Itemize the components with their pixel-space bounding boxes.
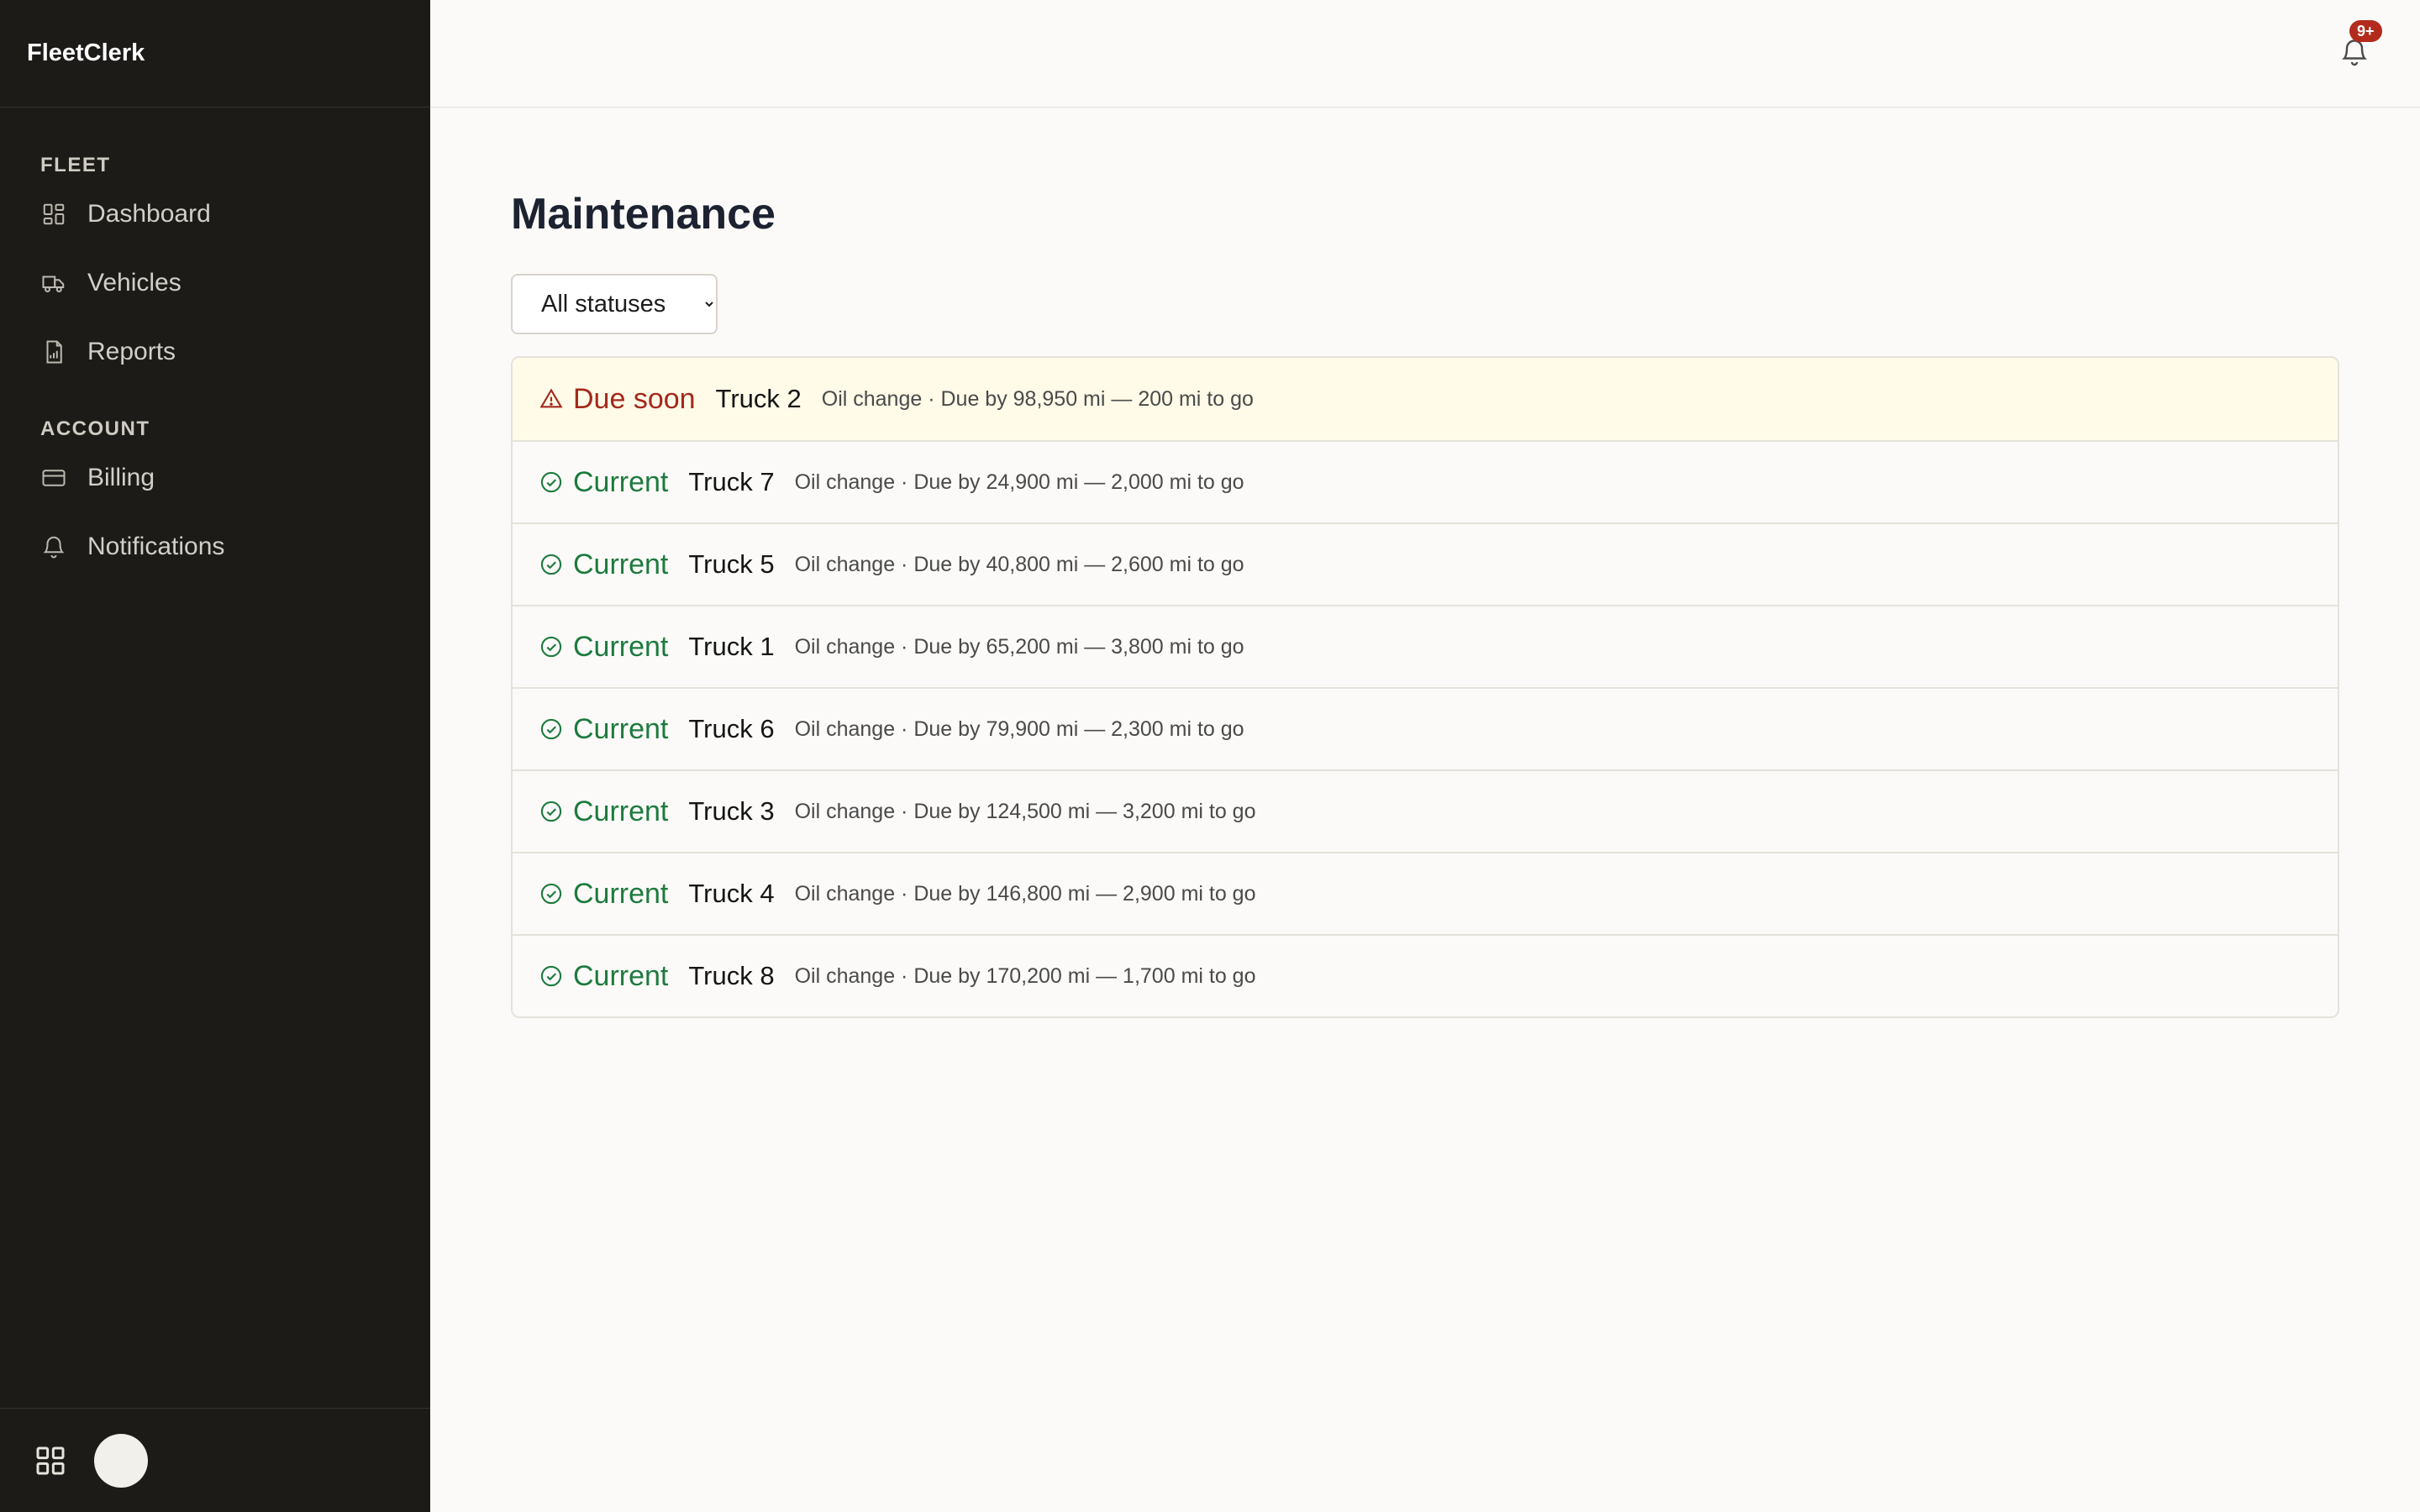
maintenance-detail: Oil change · Due by 146,800 mi — 2,900 m…: [794, 881, 1256, 906]
maintenance-detail: Oil change · Due by 170,200 mi — 1,700 m…: [794, 963, 1256, 988]
credit-card-icon: [40, 465, 67, 491]
vehicle-name: Truck 5: [688, 549, 775, 579]
sidebar-item-label: Dashboard: [87, 200, 211, 228]
main-content: Maintenance All statuses Due soon Truck 2…: [511, 108, 2339, 1018]
sidebar-footer: [0, 1408, 430, 1512]
nav-section-account-title: ACCOUNT: [40, 417, 150, 440]
maintenance-row[interactable]: Due soon Truck 2 Oil change · Due by 98,95…: [513, 358, 2338, 440]
sidebar-item-billing[interactable]: Billing: [0, 444, 430, 512]
sidebar-item-dashboard[interactable]: Dashboard: [0, 180, 430, 249]
status-label: Current: [573, 877, 669, 910]
app-logo[interactable]: FleetClerk: [0, 0, 430, 108]
page-title: Maintenance: [511, 190, 776, 239]
maintenance-list: Due soon Truck 2 Oil change · Due by 98,95…: [511, 356, 2339, 1018]
nav-section-fleet-title: FLEET: [40, 154, 111, 176]
vehicle-name: Truck 4: [688, 879, 775, 908]
vehicle-name: Truck 7: [688, 467, 775, 496]
maintenance-row[interactable]: Current Truck 6 Oil change · Due by 79,900…: [513, 687, 2338, 769]
vehicle-name: Truck 6: [688, 714, 775, 743]
maintenance-row[interactable]: Current Truck 3 Oil change · Due by 124,50…: [513, 769, 2338, 852]
check-circle-icon: [539, 882, 563, 906]
check-circle-icon: [539, 635, 563, 659]
sidebar-item-vehicles[interactable]: Vehicles: [0, 249, 430, 318]
status-label: Current: [573, 548, 669, 580]
maintenance-row[interactable]: Current Truck 8 Oil change · Due by 170,20…: [513, 934, 2338, 1016]
notification-count-badge: 9+: [2349, 20, 2382, 42]
vehicle-name: Truck 2: [715, 384, 802, 413]
vehicle-name: Truck 1: [688, 632, 775, 661]
status-label: Current: [573, 630, 669, 663]
status-label: Due soon: [573, 382, 696, 415]
maintenance-row[interactable]: Current Truck 4 Oil change · Due by 146,80…: [513, 852, 2338, 934]
maintenance-detail: Oil change · Due by 24,900 mi — 2,000 mi…: [794, 470, 1244, 494]
report-icon: [40, 339, 67, 365]
sidebar: FleetClerk FLEET Dashboard Vehicles Repo…: [0, 0, 430, 1512]
check-circle-icon: [539, 800, 563, 823]
sidebar-item-label: Vehicles: [87, 269, 182, 297]
maintenance-row[interactable]: Current Truck 1 Oil change · Due by 65,200…: [513, 605, 2338, 687]
status-filter-select[interactable]: All statuses: [511, 274, 718, 334]
sidebar-item-reports[interactable]: Reports: [0, 318, 430, 386]
vehicle-name: Truck 3: [688, 796, 775, 826]
sidebar-item-notifications[interactable]: Notifications: [0, 512, 430, 581]
dashboard-icon: [40, 201, 67, 228]
check-circle-icon: [539, 964, 563, 988]
sidebar-item-label: Billing: [87, 464, 155, 491]
check-circle-icon: [539, 553, 563, 576]
topbar: 9+: [430, 0, 2420, 108]
maintenance-detail: Oil change · Due by 124,500 mi — 3,200 m…: [794, 799, 1256, 823]
check-circle-icon: [539, 470, 563, 494]
vehicle-name: Truck 8: [688, 961, 775, 990]
apps-grid-icon[interactable]: [34, 1444, 67, 1478]
status-label: Current: [573, 795, 669, 827]
warning-triangle-icon: [539, 387, 563, 411]
truck-icon: [40, 270, 67, 297]
maintenance-detail: Oil change · Due by 40,800 mi — 2,600 mi…: [794, 552, 1244, 576]
status-label: Current: [573, 959, 669, 992]
bell-icon: [40, 533, 67, 560]
maintenance-detail: Oil change · Due by 98,950 mi — 200 mi t…: [821, 386, 1254, 411]
sidebar-item-label: Notifications: [87, 533, 225, 560]
maintenance-detail: Oil change · Due by 65,200 mi — 3,800 mi…: [794, 634, 1244, 659]
check-circle-icon: [539, 717, 563, 741]
sidebar-item-label: Reports: [87, 338, 176, 365]
maintenance-detail: Oil change · Due by 79,900 mi — 2,300 mi…: [794, 717, 1244, 741]
status-label: Current: [573, 712, 669, 745]
status-label: Current: [573, 465, 669, 498]
maintenance-row[interactable]: Current Truck 7 Oil change · Due by 24,900…: [513, 440, 2338, 522]
notifications-button[interactable]: 9+: [2339, 20, 2382, 71]
avatar[interactable]: [94, 1433, 148, 1488]
maintenance-row[interactable]: Current Truck 5 Oil change · Due by 40,800…: [513, 522, 2338, 605]
